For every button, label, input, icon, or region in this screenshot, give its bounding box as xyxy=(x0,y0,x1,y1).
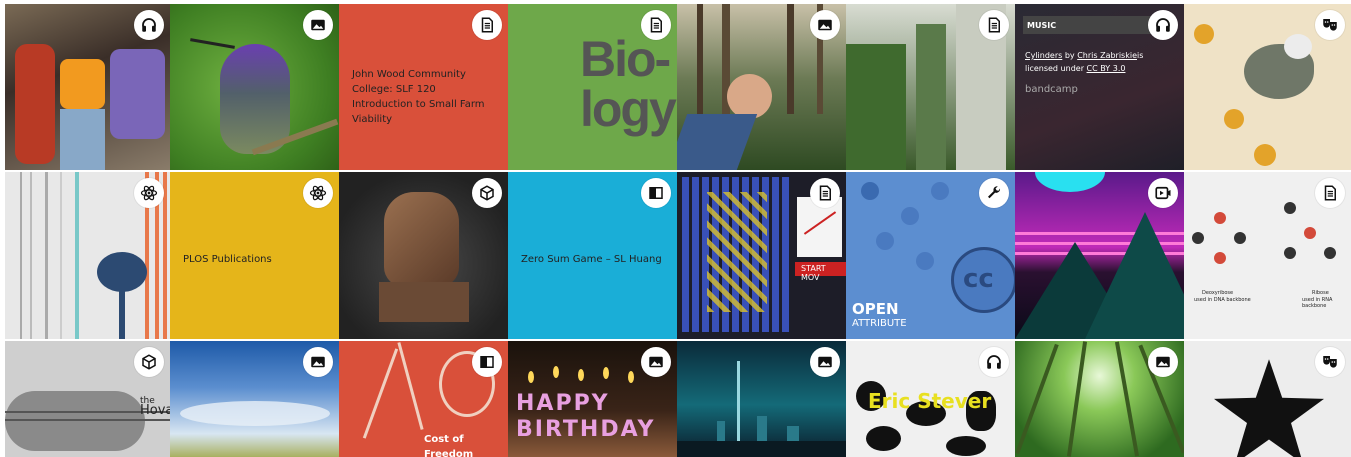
book-title: Zero Sum Game – SL Huang xyxy=(521,254,662,265)
book-icon xyxy=(641,178,671,208)
atom-icon xyxy=(134,178,164,208)
music-credit: Cylinders by Chris Zabriskieis licensed … xyxy=(1025,49,1175,75)
document-icon xyxy=(1315,178,1345,208)
cube-icon xyxy=(134,347,164,377)
tile-sky-photo[interactable] xyxy=(170,341,339,457)
biology-text-2: logy xyxy=(580,81,677,137)
molecule-caption-2: Ribose xyxy=(1312,290,1329,296)
document-icon xyxy=(979,10,1009,40)
tile-brain-visualization[interactable] xyxy=(5,172,170,339)
candle-letters: HAPPY BIRTHDAY xyxy=(516,391,656,442)
tile-simulation-grid[interactable]: START MOV xyxy=(677,172,846,339)
credit-by: by xyxy=(1062,51,1078,60)
theater-masks-icon xyxy=(1315,347,1345,377)
tile-city-skyline-photo[interactable] xyxy=(677,341,846,457)
wrench-icon xyxy=(979,178,1009,208)
link-cylinders[interactable]: Cylinders xyxy=(1025,51,1062,60)
image-icon xyxy=(1148,347,1178,377)
tile-forest-hand-photo[interactable] xyxy=(677,4,846,170)
document-icon xyxy=(472,10,502,40)
tile-performers-photo[interactable] xyxy=(5,4,170,170)
hova-label-2: Hova xyxy=(140,403,170,418)
tile-vertical-garden-photo[interactable] xyxy=(846,4,1015,170)
tile-open-attribute[interactable]: cc OPEN ATTRIBUTE xyxy=(846,172,1015,339)
tile-plos-publications[interactable]: PLOS Publications xyxy=(170,172,339,339)
video-icon xyxy=(1148,178,1178,208)
image-icon xyxy=(810,347,840,377)
headphones-icon xyxy=(979,347,1009,377)
cc-logo: cc xyxy=(963,264,994,294)
tile-eric-stever-poster[interactable]: Eric Stever xyxy=(846,341,1015,457)
resource-grid: John Wood Community College: SLF 120 Int… xyxy=(0,0,1351,457)
tile-small-farm-course[interactable]: John Wood Community College: SLF 120 Int… xyxy=(339,4,508,170)
book-icon xyxy=(472,347,502,377)
tile-zero-sum-game[interactable]: Zero Sum Game – SL Huang xyxy=(508,172,677,339)
tile-cost-of-freedom[interactable]: Cost of Freedom xyxy=(339,341,508,457)
tile-sphinx-3d-model[interactable] xyxy=(339,172,508,339)
course-title: John Wood Community College: SLF 120 Int… xyxy=(352,69,485,125)
plos-title: PLOS Publications xyxy=(183,254,272,265)
image-icon xyxy=(303,347,333,377)
link-cc-by[interactable]: CC BY 3.0 xyxy=(1087,64,1126,73)
cost-of-freedom-title: Cost of Freedom xyxy=(424,434,474,457)
start-movie-button[interactable]: START MOV xyxy=(801,264,846,282)
image-icon xyxy=(303,10,333,40)
tile-molecule-diagram[interactable]: Deoxyribose used in DNA backbone Ribose … xyxy=(1184,172,1351,339)
tile-bird-painting[interactable] xyxy=(1184,4,1351,170)
tile-music-cylinders[interactable]: MUSIC Cylinders by Chris Zabriskieis lic… xyxy=(1015,4,1184,170)
poster-text: Eric Stever xyxy=(868,389,992,413)
cube-icon xyxy=(472,178,502,208)
document-icon xyxy=(810,178,840,208)
atom-icon xyxy=(303,178,333,208)
tile-birthday-candles[interactable]: HAPPY BIRTHDAY xyxy=(508,341,677,457)
document-icon xyxy=(641,10,671,40)
theater-masks-icon xyxy=(1315,10,1345,40)
image-icon xyxy=(810,10,840,40)
tile-star[interactable] xyxy=(1184,341,1351,457)
molecule-caption-1: Deoxyribose xyxy=(1202,290,1234,296)
star-icon xyxy=(1214,359,1324,457)
tile-biology[interactable]: Bio- logy xyxy=(508,4,677,170)
open-attribute-logo-2: ATTRIBUTE xyxy=(852,318,907,329)
link-chris-zabriskie[interactable]: Chris Zabriskie xyxy=(1077,51,1137,60)
tile-hummingbird-photo[interactable] xyxy=(170,4,339,170)
tile-synthwave-video[interactable] xyxy=(1015,172,1184,339)
molecule-caption-1b: used in DNA backbone xyxy=(1194,297,1251,303)
tile-bamboo-forest-photo[interactable] xyxy=(1015,341,1184,457)
biology-text-1: Bio- xyxy=(580,31,671,87)
open-attribute-logo-1: OPEN xyxy=(852,300,899,318)
molecule-caption-2b: used in RNA backbone xyxy=(1302,297,1333,309)
tile-violin-3d-model[interactable]: the Hova xyxy=(5,341,170,457)
headphones-icon xyxy=(134,10,164,40)
image-icon xyxy=(641,347,671,377)
bandcamp-logo: bandcamp xyxy=(1025,84,1078,95)
music-label: MUSIC xyxy=(1027,21,1057,30)
headphones-icon xyxy=(1148,10,1178,40)
